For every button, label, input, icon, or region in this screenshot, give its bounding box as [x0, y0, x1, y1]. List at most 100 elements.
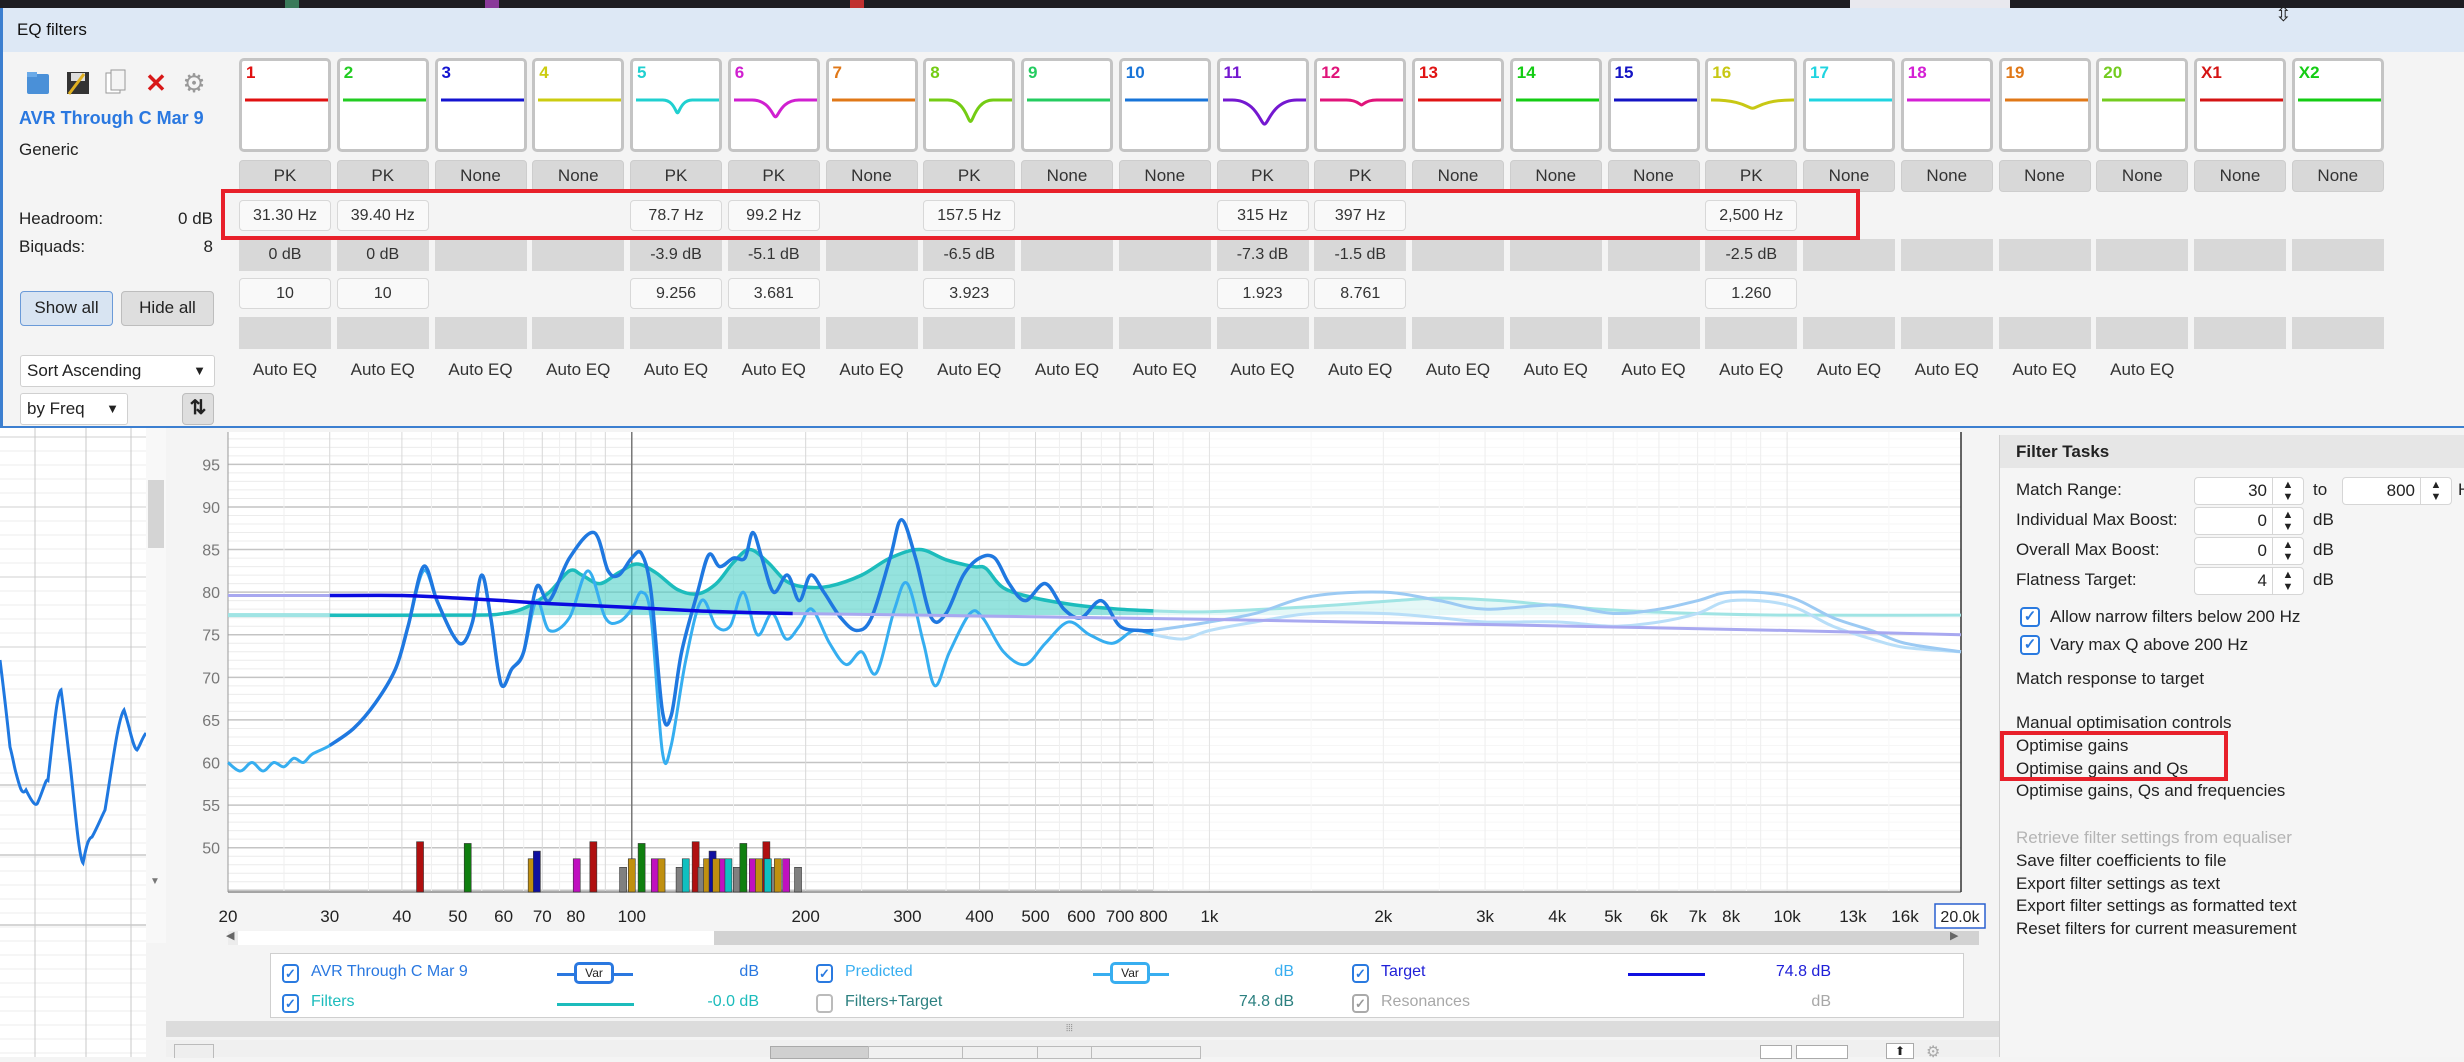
- show-all-button[interactable]: Show all: [20, 291, 113, 326]
- filter-type-button[interactable]: None: [532, 160, 625, 192]
- filter-type-button[interactable]: PK: [336, 160, 429, 192]
- filter-graph[interactable]: X2: [2291, 58, 2384, 152]
- auto-eq-label[interactable]: Auto EQ: [1021, 360, 1113, 380]
- individual-max-boost-field[interactable]: 0 ▲ ▼: [2194, 507, 2304, 535]
- filter-q-field[interactable]: 10: [336, 278, 429, 309]
- match-range-from-field[interactable]: 30 ▲ ▼: [2194, 477, 2304, 505]
- filter-graph[interactable]: 14: [1509, 58, 1602, 152]
- manual-optimisation-controls-link[interactable]: Manual optimisation controls: [2016, 713, 2231, 733]
- legend-checkbox-predicted[interactable]: ✓: [816, 964, 833, 983]
- export-filter-formatted-link[interactable]: Export filter settings as formatted text: [2016, 896, 2297, 916]
- filter-q-field[interactable]: 8.761: [1314, 278, 1407, 309]
- filter-q-field[interactable]: 1.260: [1705, 278, 1798, 309]
- auto-eq-label[interactable]: Auto EQ: [1608, 360, 1700, 380]
- match-range-to-field[interactable]: 800 ▲ ▼: [2342, 477, 2452, 505]
- filter-type-button[interactable]: None: [1021, 160, 1113, 192]
- taskbar-app-icon[interactable]: [850, 0, 864, 8]
- filter-graph[interactable]: 12: [1314, 58, 1407, 152]
- legend-checkbox-filters-target[interactable]: [816, 994, 833, 1013]
- spinner-arrows-icon[interactable]: ▲ ▼: [2420, 478, 2451, 505]
- filter-q-field[interactable]: 10: [239, 278, 331, 309]
- legend-line-style-predicted[interactable]: Var: [1093, 962, 1169, 986]
- filter-q-field[interactable]: 3.681: [727, 278, 820, 309]
- filter-q-field[interactable]: 9.256: [630, 278, 722, 309]
- auto-eq-label[interactable]: Auto EQ: [923, 360, 1015, 380]
- legend-checkbox-measurement[interactable]: ✓: [282, 964, 299, 983]
- filter-gain-field[interactable]: -5.1 dB: [727, 239, 820, 271]
- scroll-down-arrow-icon[interactable]: ▼: [150, 876, 160, 887]
- filter-type-button[interactable]: None: [1509, 160, 1602, 192]
- auto-eq-label[interactable]: Auto EQ: [1803, 360, 1895, 380]
- auto-eq-label[interactable]: Auto EQ: [1999, 360, 2091, 380]
- taskbar-active-app[interactable]: [1850, 0, 2010, 8]
- flatness-target-field[interactable]: 4 ▲ ▼: [2194, 567, 2304, 595]
- auto-eq-label[interactable]: Auto EQ: [2096, 360, 2188, 380]
- auto-eq-label[interactable]: Auto EQ: [826, 360, 918, 380]
- optimise-gains-qs-freqs-link[interactable]: Optimise gains, Qs and frequencies: [2016, 781, 2285, 801]
- filter-q-field[interactable]: 3.923: [923, 278, 1016, 309]
- legend-checkbox-target[interactable]: ✓: [1352, 964, 1369, 983]
- spinner-arrows-icon[interactable]: ▲ ▼: [2272, 508, 2303, 535]
- auto-eq-label[interactable]: Auto EQ: [728, 360, 820, 380]
- auto-eq-label[interactable]: Auto EQ: [1119, 360, 1211, 380]
- sort-by-dropdown[interactable]: by Freq ▼: [20, 393, 128, 425]
- scroll-right-arrow-icon[interactable]: ▶: [1950, 929, 1958, 942]
- toolbar-segment-button[interactable]: [770, 1046, 870, 1059]
- taskbar-app-icon[interactable]: [485, 0, 499, 8]
- auto-eq-label[interactable]: Auto EQ: [1705, 360, 1797, 380]
- filter-type-button[interactable]: PK: [923, 160, 1016, 192]
- filter-gain-field[interactable]: -7.3 dB: [1216, 239, 1309, 271]
- vertical-scrollbar[interactable]: ▼: [146, 428, 166, 943]
- filter-q-field[interactable]: 1.923: [1216, 278, 1309, 309]
- filter-type-button[interactable]: None: [1607, 160, 1700, 192]
- filter-type-button[interactable]: None: [1803, 160, 1895, 192]
- filter-graph[interactable]: 1: [239, 58, 331, 152]
- save-filter-coefficients-link[interactable]: Save filter coefficients to file: [2016, 851, 2226, 871]
- match-response-to-target-link[interactable]: Match response to target: [2016, 669, 2204, 689]
- horizontal-scrollbar[interactable]: ◀ ▶: [226, 929, 1979, 945]
- filter-type-button[interactable]: None: [434, 160, 527, 192]
- filter-type-button[interactable]: PK: [727, 160, 820, 192]
- title-bar[interactable]: EQ filters: [3, 8, 2464, 52]
- filter-gain-field[interactable]: -2.5 dB: [1705, 239, 1798, 271]
- auto-eq-label[interactable]: Auto EQ: [337, 360, 429, 380]
- scrollbar-thumb[interactable]: [714, 931, 1979, 945]
- scrollbar-thumb[interactable]: [148, 480, 164, 548]
- filter-graph[interactable]: 20: [2096, 58, 2189, 152]
- filter-graph[interactable]: 11: [1216, 58, 1309, 152]
- allow-narrow-filters-checkbox[interactable]: ✓: [2020, 607, 2040, 627]
- frequency-response-graph[interactable]: 50 55 60 65 70 75 80 85 90 95 20 30 40 50 60 70 80 100 200…: [166, 428, 1999, 953]
- delete-icon[interactable]: ✕: [143, 68, 169, 98]
- filter-graph[interactable]: 7: [825, 58, 918, 152]
- filter-type-button[interactable]: None: [825, 160, 918, 192]
- filter-graph[interactable]: 4: [532, 58, 625, 152]
- filter-gain-field[interactable]: 0 dB: [336, 239, 429, 271]
- filter-type-button[interactable]: PK: [1216, 160, 1309, 192]
- filter-graph[interactable]: X1: [2194, 58, 2286, 152]
- filter-graph[interactable]: 13: [1412, 58, 1504, 152]
- spinner-arrows-icon[interactable]: ▲ ▼: [2272, 538, 2303, 565]
- sort-order-dropdown[interactable]: Sort Ascending ▼: [20, 355, 215, 387]
- spinner-arrows-icon[interactable]: ▲ ▼: [2272, 568, 2303, 595]
- auto-eq-label[interactable]: Auto EQ: [435, 360, 527, 380]
- save-icon[interactable]: [65, 68, 91, 98]
- filter-graph[interactable]: 19: [1998, 58, 2091, 152]
- filter-gain-field[interactable]: -3.9 dB: [630, 239, 722, 271]
- filter-graph[interactable]: 10: [1118, 58, 1211, 152]
- copy-icon[interactable]: [103, 68, 129, 98]
- legend-line-filters[interactable]: [557, 1003, 634, 1006]
- legend-line-target[interactable]: [1628, 973, 1705, 976]
- vary-max-q-checkbox[interactable]: ✓: [2020, 635, 2040, 655]
- auto-eq-label[interactable]: Auto EQ: [1217, 360, 1309, 380]
- reset-filters-link[interactable]: Reset filters for current measurement: [2016, 919, 2297, 939]
- auto-eq-label[interactable]: Auto EQ: [1412, 360, 1504, 380]
- toolbar-segment-button[interactable]: [962, 1046, 1039, 1059]
- auto-eq-label[interactable]: Auto EQ: [630, 360, 722, 380]
- auto-eq-label[interactable]: Auto EQ: [239, 360, 331, 380]
- filter-type-button[interactable]: PK: [239, 160, 331, 192]
- legend-line-style-measurement[interactable]: Var: [557, 962, 633, 986]
- filter-graph[interactable]: 3: [434, 58, 527, 152]
- filter-graph[interactable]: 5: [630, 58, 722, 152]
- filter-type-button[interactable]: None: [2096, 160, 2189, 192]
- hide-all-button[interactable]: Hide all: [121, 291, 214, 326]
